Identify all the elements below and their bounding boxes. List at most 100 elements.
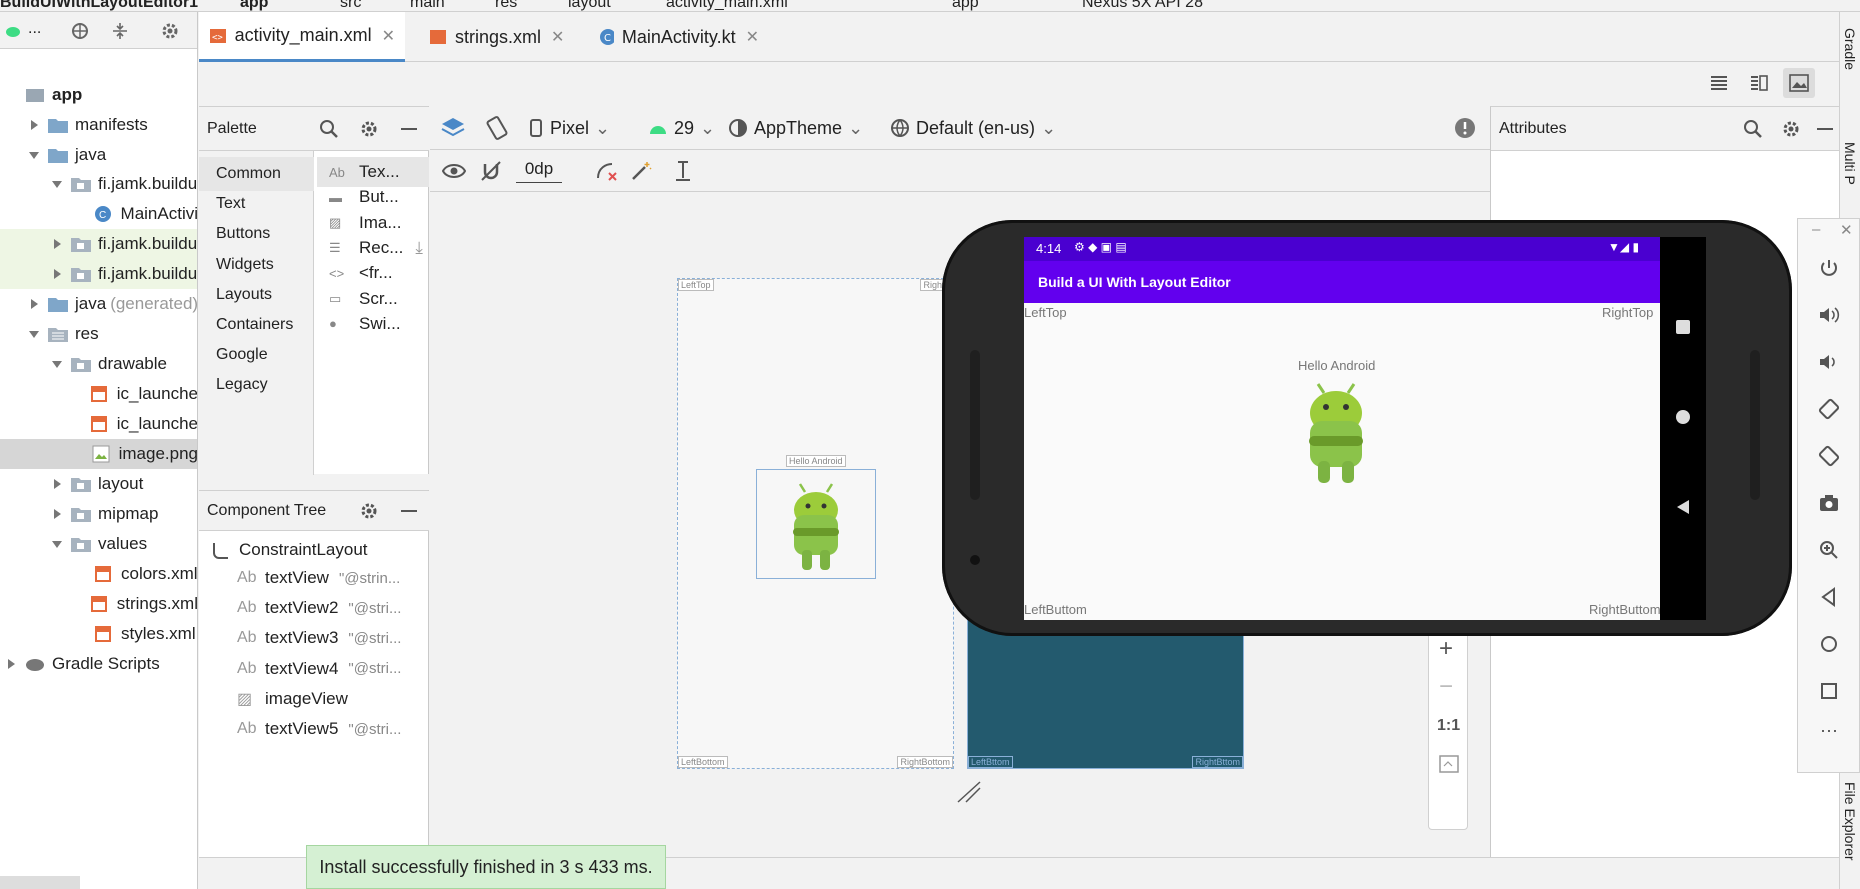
- tree-item-textview3[interactable]: Ab textView3 "@stri...: [199, 623, 429, 653]
- palette-category-buttons[interactable]: Buttons: [199, 217, 314, 251]
- tree-item-12[interactable]: image.png: [0, 439, 197, 469]
- gear-icon[interactable]: [359, 501, 379, 521]
- chevron-down-icon[interactable]: [27, 327, 41, 341]
- palette-category-text[interactable]: Text: [199, 187, 314, 221]
- api-selector[interactable]: 29 ⌄: [648, 106, 715, 150]
- design-preview[interactable]: LeftTop RightT Hello Android LeftBottom …: [677, 278, 954, 769]
- breadcrumb-res[interactable]: res: [495, 0, 517, 11]
- tab-strings[interactable]: strings.xml ✕: [419, 12, 579, 62]
- blueprint-leftbottom[interactable]: LeftBttom: [968, 756, 1013, 768]
- split-view-icon[interactable]: [1749, 74, 1769, 92]
- chevron-right-icon[interactable]: [50, 267, 64, 281]
- gear-icon[interactable]: [359, 119, 379, 139]
- palette-category-containers[interactable]: Containers: [199, 308, 314, 342]
- chevron-right-icon[interactable]: [27, 297, 41, 311]
- close-icon[interactable]: ✕: [1840, 221, 1853, 239]
- tree-item-4[interactable]: C MainActivi: [0, 199, 197, 229]
- overview-icon[interactable]: [1818, 680, 1840, 702]
- tree-item-18[interactable]: styles.xml: [0, 619, 197, 649]
- tree-item-8[interactable]: res: [0, 319, 197, 349]
- gear-icon[interactable]: [160, 21, 180, 41]
- home-icon[interactable]: [1818, 633, 1840, 655]
- tab-main-activity[interactable]: C MainActivity.kt ✕: [589, 12, 769, 62]
- crosshair-icon[interactable]: [70, 21, 90, 41]
- close-icon[interactable]: ✕: [382, 26, 395, 46]
- collapse-all-icon[interactable]: [110, 21, 130, 41]
- tree-item-7[interactable]: java (generated): [0, 289, 197, 319]
- rotate-right-icon[interactable]: [1818, 445, 1840, 467]
- project-view-selector[interactable]: ...: [28, 20, 41, 38]
- tree-item-16[interactable]: colors.xml: [0, 559, 197, 589]
- tree-item-6[interactable]: fi.jamk.buildu: [0, 259, 197, 289]
- tree-item-0[interactable]: app: [0, 80, 197, 110]
- blueprint-rightbottom[interactable]: RightBttom: [1192, 756, 1243, 768]
- orientation-icon[interactable]: [485, 116, 509, 140]
- preview-rightbottom[interactable]: RightBottom: [897, 756, 953, 768]
- tree-item-5[interactable]: fi.jamk.buildu: [0, 229, 197, 259]
- warning-icon[interactable]: [1454, 117, 1476, 139]
- camera-icon[interactable]: [1818, 492, 1840, 514]
- horizontal-scrollbar[interactable]: [0, 876, 80, 889]
- palette-category-legacy[interactable]: Legacy: [199, 368, 314, 402]
- default-margin-field[interactable]: 0dp: [516, 159, 562, 183]
- tree-item-9[interactable]: drawable: [0, 349, 197, 379]
- chevron-down-icon[interactable]: [50, 177, 64, 191]
- tree-item-textview[interactable]: Ab textView "@strin...: [199, 563, 429, 593]
- preview-hello[interactable]: Hello Android: [786, 455, 846, 467]
- palette-category-layouts[interactable]: Layouts: [199, 278, 314, 312]
- power-icon[interactable]: [1818, 257, 1840, 279]
- tab-activity-main[interactable]: <> activity_main.xml ✕: [199, 12, 405, 62]
- baseline-icon[interactable]: [672, 160, 694, 182]
- device-selector[interactable]: Pixel ⌄: [530, 106, 610, 150]
- layers-icon[interactable]: [440, 116, 466, 140]
- recents-button[interactable]: [1676, 320, 1690, 334]
- preview-leftbottom[interactable]: LeftBottom: [678, 756, 728, 768]
- tree-item-textview2[interactable]: Ab textView2 "@stri...: [199, 593, 429, 623]
- chevron-right-icon[interactable]: [50, 477, 64, 491]
- palette-category-google[interactable]: Google: [199, 338, 314, 372]
- tree-item-constraint-layout[interactable]: ConstraintLayout: [199, 535, 429, 565]
- zoom-fit-icon[interactable]: [1439, 755, 1459, 773]
- tree-item-14[interactable]: mipmap: [0, 499, 197, 529]
- tree-item-15[interactable]: values: [0, 529, 197, 559]
- tree-item-imageview[interactable]: ▨ imageView: [199, 684, 429, 714]
- back-button[interactable]: [1676, 499, 1690, 515]
- zoom-out-button[interactable]: −: [1439, 673, 1453, 701]
- tree-item-13[interactable]: layout: [0, 469, 197, 499]
- zoom-actual-size-button[interactable]: 1:1: [1437, 717, 1460, 735]
- code-view-icon[interactable]: [1709, 74, 1729, 92]
- rotate-left-icon[interactable]: [1818, 398, 1840, 420]
- close-icon[interactable]: ✕: [746, 27, 759, 47]
- gear-icon[interactable]: [1781, 119, 1801, 139]
- chevron-down-icon[interactable]: [50, 537, 64, 551]
- breadcrumb-project[interactable]: BuildUIWithLayoutEditor1: [0, 0, 198, 11]
- clear-constraints-icon[interactable]: [595, 160, 619, 182]
- volume-down-icon[interactable]: [1818, 351, 1840, 373]
- more-options-icon[interactable]: ⋯: [1820, 721, 1838, 742]
- device-select[interactable]: Nexus 5X API 28: [1082, 0, 1203, 11]
- eye-icon[interactable]: [442, 162, 466, 180]
- magnet-off-icon[interactable]: [480, 160, 502, 182]
- tree-item-3[interactable]: fi.jamk.buildu: [0, 169, 197, 199]
- tree-item-textview5[interactable]: Ab textView5 "@stri...: [199, 714, 429, 744]
- tree-item-17[interactable]: strings.xml: [0, 589, 197, 619]
- palette-category-widgets[interactable]: Widgets: [199, 248, 314, 282]
- zoom-icon[interactable]: [1818, 539, 1840, 561]
- chevron-right-icon[interactable]: [4, 657, 18, 671]
- gradle-tool-tab[interactable]: Gradle: [1842, 28, 1858, 70]
- search-icon[interactable]: [319, 119, 339, 139]
- back-icon[interactable]: [1818, 586, 1840, 608]
- tree-item-2[interactable]: java: [0, 140, 197, 170]
- tree-item-1[interactable]: manifests: [0, 110, 197, 140]
- chevron-right-icon[interactable]: [50, 237, 64, 251]
- preview-lefttop[interactable]: LeftTop: [678, 279, 714, 291]
- run-config-select[interactable]: app: [952, 0, 979, 11]
- minimize-icon[interactable]: [1815, 119, 1835, 139]
- multi-preview-tool-tab[interactable]: Multi P: [1842, 142, 1858, 185]
- locale-selector[interactable]: Default (en-us) ⌄: [890, 106, 1056, 150]
- preview-imageview[interactable]: [756, 469, 876, 579]
- breadcrumb-src[interactable]: src: [340, 0, 361, 11]
- chevron-down-icon[interactable]: [27, 148, 41, 162]
- breadcrumb-layout[interactable]: layout: [568, 0, 611, 11]
- tree-item-textview4[interactable]: Ab textView4 "@stri...: [199, 654, 429, 684]
